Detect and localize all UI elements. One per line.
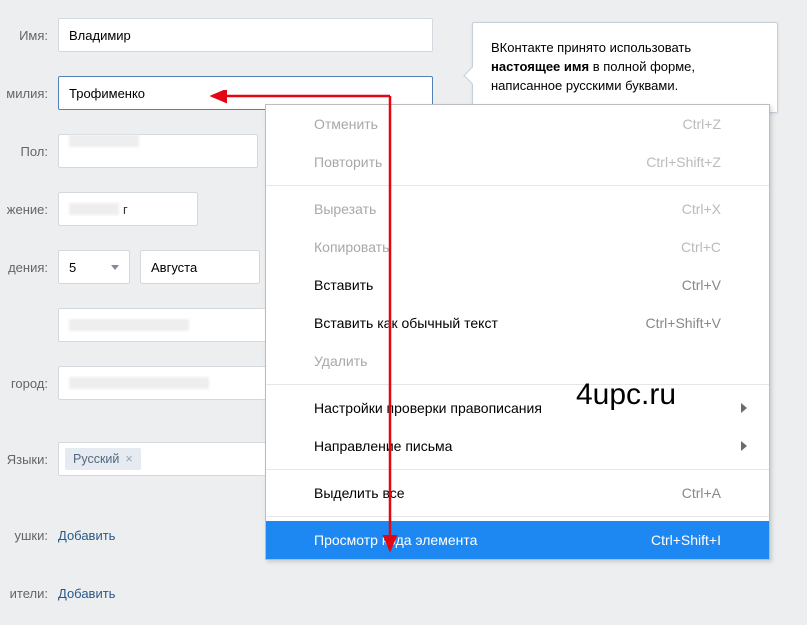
name-hint-tooltip: ВКонтакте принято использовать настоящее… (472, 22, 778, 113)
grandparents-label: ушки: (0, 528, 58, 543)
parents-label: ители: (0, 586, 58, 601)
menu-undo[interactable]: ОтменитьCtrl+Z (266, 105, 769, 143)
birthdate-label: дения: (0, 260, 58, 275)
name-label: Имя: (0, 28, 58, 43)
birth-day-value: 5 (69, 260, 76, 275)
menu-separator (266, 469, 769, 470)
birth-day-select[interactable]: 5 (58, 250, 130, 284)
menu-copy[interactable]: КопироватьCtrl+C (266, 228, 769, 266)
menu-redo[interactable]: ПовторитьCtrl+Shift+Z (266, 143, 769, 181)
menu-spellcheck[interactable]: Настройки проверки правописания (266, 389, 769, 427)
menu-select-all[interactable]: Выделить всеCtrl+A (266, 474, 769, 512)
birth-month-select[interactable]: Августа (140, 250, 260, 284)
hint-bold: настоящее имя (491, 59, 589, 74)
language-tag-label: Русский (73, 452, 119, 466)
menu-delete[interactable]: Удалить (266, 342, 769, 380)
name-input[interactable] (58, 18, 433, 52)
context-menu: ОтменитьCtrl+Z ПовторитьCtrl+Shift+Z Выр… (265, 104, 770, 560)
surname-label: милия: (0, 86, 58, 101)
hint-text-1: ВКонтакте принято использовать (491, 40, 691, 55)
menu-direction[interactable]: Направление письма (266, 427, 769, 465)
languages-label: Языки: (0, 452, 58, 467)
add-parents-link[interactable]: Добавить (58, 586, 115, 601)
close-icon[interactable]: × (125, 452, 132, 466)
gender-input[interactable] (58, 134, 258, 168)
menu-cut[interactable]: ВырезатьCtrl+X (266, 190, 769, 228)
birth-month-value: Августа (151, 260, 197, 275)
menu-paste-plain[interactable]: Вставить как обычный текстCtrl+Shift+V (266, 304, 769, 342)
chevron-right-icon (741, 403, 747, 413)
chevron-down-icon (111, 265, 119, 270)
menu-separator (266, 516, 769, 517)
marital-label: жение: (0, 202, 58, 217)
chevron-right-icon (741, 441, 747, 451)
city-label: город: (0, 376, 58, 391)
menu-paste[interactable]: ВставитьCtrl+V (266, 266, 769, 304)
marital-suffix: г (123, 202, 128, 217)
menu-separator (266, 384, 769, 385)
add-grandparents-link[interactable]: Добавить (58, 528, 115, 543)
parents-row: ители: Добавить (0, 576, 807, 610)
language-tag[interactable]: Русский × (65, 448, 141, 470)
gender-label: Пол: (0, 144, 58, 159)
menu-separator (266, 185, 769, 186)
marital-input[interactable]: г (58, 192, 198, 226)
menu-inspect-element[interactable]: Просмотр кода элементаCtrl+Shift+I (266, 521, 769, 559)
